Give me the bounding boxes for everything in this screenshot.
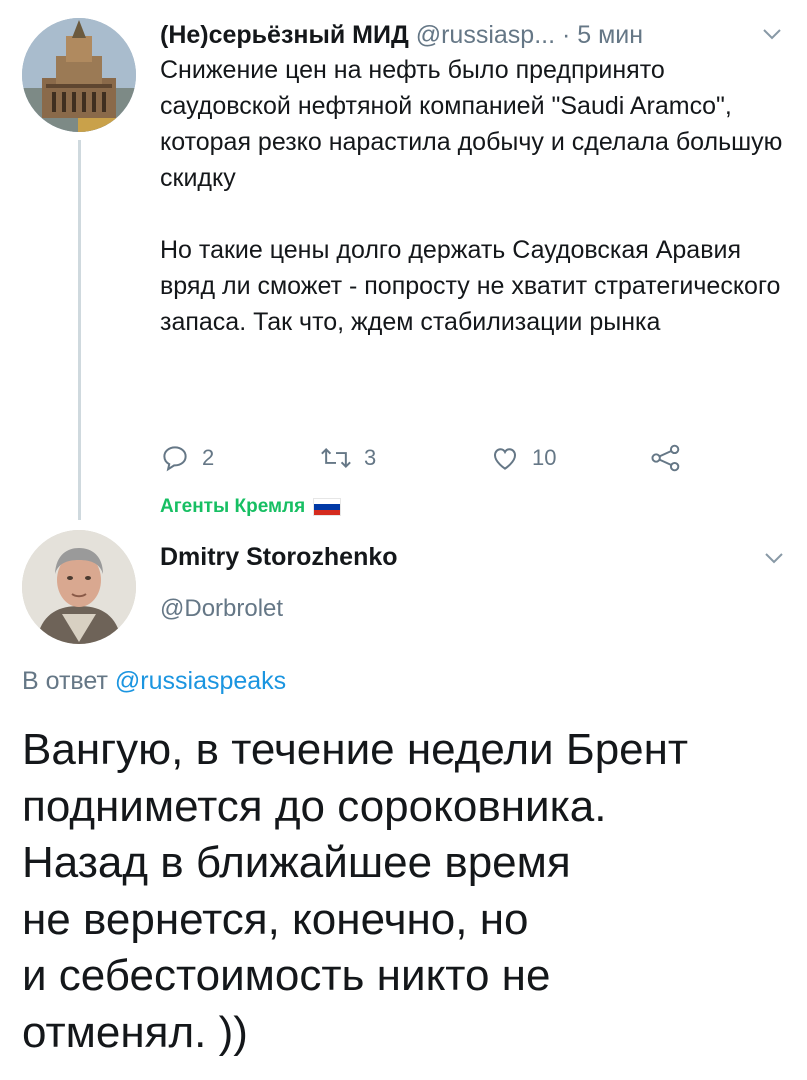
tweet-header: (Не)серьёзный МИД @russiasp... · 5 мин <box>160 18 643 52</box>
reply-tweet-text: Вангую, в течение недели Брент подниметс… <box>22 725 689 1057</box>
author-name[interactable]: (Не)серьёзный МИД <box>160 21 409 49</box>
chevron-down-icon[interactable] <box>762 548 786 568</box>
tweet-actions: 2 3 10 <box>160 440 760 476</box>
like-icon <box>493 448 517 470</box>
community-label[interactable]: Агенты Кремля <box>160 496 342 518</box>
reply-author-name[interactable]: Dmitry Storozhenko <box>160 540 398 574</box>
author-handle[interactable]: @russiasp... <box>416 21 555 49</box>
like-count: 10 <box>532 445 557 470</box>
reply-prefix: В ответ <box>22 667 115 695</box>
tweet-paragraph: Снижение цен на нефть было предпринято с… <box>160 56 783 192</box>
tweet-text: Снижение цен на нефть было предпринято с… <box>160 52 790 340</box>
reply-author-handle[interactable]: @Dorbrolet <box>160 592 283 626</box>
reply-icon <box>163 446 187 472</box>
share-icon <box>651 444 680 472</box>
retweet-icon <box>321 447 351 469</box>
retweet-count: 3 <box>364 445 377 470</box>
reply-context: В ответ @russiaspeaks <box>22 664 286 698</box>
author-avatar[interactable] <box>22 18 136 132</box>
russian-flag-icon <box>313 498 342 516</box>
retweet-button[interactable]: 3 <box>320 440 376 476</box>
tweet-time[interactable]: · 5 мин <box>562 21 643 49</box>
reply-to-link[interactable]: @russiaspeaks <box>115 667 286 695</box>
thread-line <box>78 140 81 520</box>
share-button[interactable] <box>650 440 682 476</box>
chevron-down-icon[interactable] <box>760 24 784 44</box>
reply-button[interactable]: 2 <box>160 440 214 476</box>
community-label-text: Агенты Кремля <box>160 496 306 517</box>
like-button[interactable]: 10 <box>490 440 556 476</box>
reply-count: 2 <box>202 445 215 470</box>
tweet-paragraph: Но такие цены долго держать Саудовская А… <box>160 236 781 336</box>
building-avatar-image <box>22 18 136 132</box>
reply-author-avatar[interactable] <box>22 530 136 644</box>
person-avatar-image <box>22 530 136 644</box>
